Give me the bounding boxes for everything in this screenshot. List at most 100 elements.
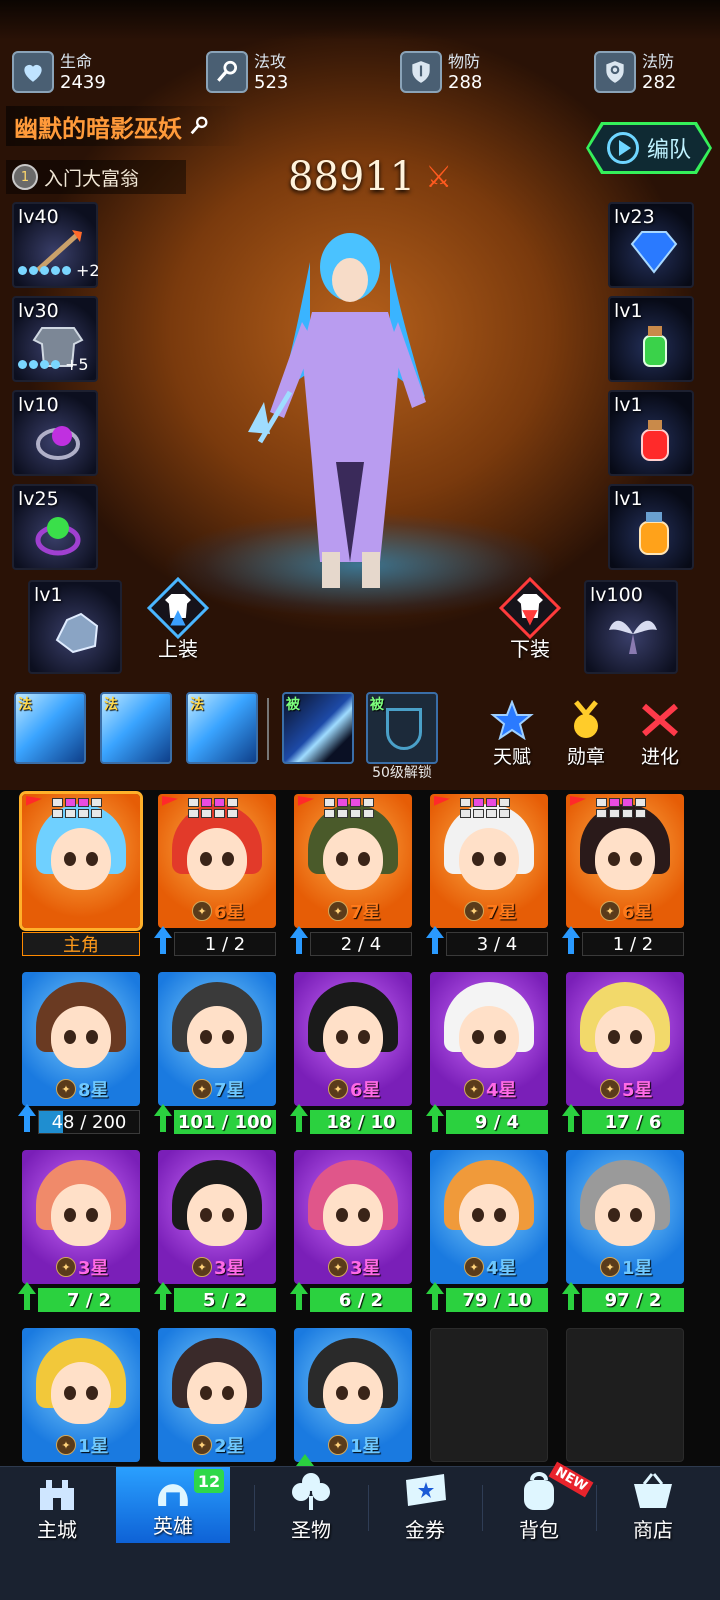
- wand-icon: [206, 51, 248, 93]
- stat-value: 523: [254, 72, 289, 93]
- gem-slots: [596, 798, 646, 818]
- equip-slot-crystal[interactable]: lv1: [28, 580, 122, 674]
- star-rank: ✦ 3星: [192, 1254, 245, 1280]
- hero-face: [595, 1184, 655, 1246]
- stat-label: 生命: [60, 52, 93, 71]
- hero-card[interactable]: ✦ 1星: [22, 1328, 140, 1462]
- arrow-down-icon: ▼: [522, 604, 538, 628]
- star-rank: ✦ 8星: [56, 1076, 109, 1102]
- evolve-button[interactable]: 进化: [628, 700, 692, 770]
- equip-slot-ring-1[interactable]: lv10: [12, 390, 98, 476]
- equip-level: lv1: [34, 584, 63, 606]
- nav-shop[interactable]: 商店: [596, 1467, 710, 1547]
- hero-card[interactable]: ✦ 1星: [294, 1328, 412, 1462]
- skill-3[interactable]: 法: [186, 692, 258, 764]
- passive-skill-locked[interactable]: 被 50级解锁: [366, 692, 438, 781]
- stat-hp: 生命 2439: [12, 48, 106, 96]
- skill-2[interactable]: 法: [100, 692, 172, 764]
- equip-level: lv1: [614, 488, 643, 510]
- hero-card[interactable]: ✦ 2星: [158, 1328, 276, 1462]
- equip-button[interactable]: ▲ 上装: [142, 576, 214, 662]
- hero-card[interactable]: ✦ 6星: [294, 972, 412, 1106]
- hero-title-text: 入门大富翁: [44, 167, 140, 190]
- hero-card[interactable]: ✦ 1星: [566, 1150, 684, 1284]
- shard-progress-bar: 48 / 200: [38, 1110, 140, 1134]
- blue-gem-icon: [630, 231, 678, 274]
- green-potion-icon: [643, 326, 667, 367]
- star-rank-text: 8星: [78, 1080, 109, 1101]
- empty-hero-slot[interactable]: [566, 1328, 684, 1462]
- clover-icon: [292, 1473, 330, 1510]
- hero-card[interactable]: ✦ 5星: [566, 972, 684, 1106]
- stat-value: 2439: [60, 72, 106, 93]
- medal-icon: [574, 700, 598, 738]
- hero-card[interactable]: ✦ 7星: [430, 794, 548, 928]
- hero-card[interactable]: ✦ 7星: [294, 794, 412, 928]
- shard-progress-bar: 1 / 2: [174, 932, 276, 956]
- stat-label: 法攻: [254, 52, 287, 71]
- class-icon: ✦: [192, 1079, 212, 1099]
- purple-ring-icon: [36, 426, 80, 460]
- hero-face: [459, 1006, 519, 1068]
- equip-slot-potion-orange[interactable]: lv1: [608, 484, 694, 570]
- hero-character-model[interactable]: [240, 222, 460, 592]
- equip-slot-potion-red[interactable]: lv1: [608, 390, 694, 476]
- stat-value: 288: [448, 72, 483, 93]
- equip-slot-weapon[interactable]: lv40 +2: [12, 202, 100, 288]
- passive-skill-1[interactable]: 被: [282, 692, 354, 764]
- skill-1[interactable]: 法: [14, 692, 86, 764]
- hero-card[interactable]: ✦ 6星: [566, 794, 684, 928]
- equip-slot-wings[interactable]: lv100: [584, 580, 678, 674]
- equip-slot-potion-green[interactable]: lv1: [608, 296, 694, 382]
- arrow-up-icon: ▲: [170, 604, 186, 628]
- nav-main-city[interactable]: 主城: [0, 1467, 114, 1547]
- star-icon: [490, 700, 534, 740]
- gem-slots: [460, 798, 510, 818]
- empty-hero-slot[interactable]: [430, 1328, 548, 1462]
- equip-slot-ring-2[interactable]: lv25: [12, 484, 98, 570]
- hero-card[interactable]: [19, 791, 143, 931]
- upgrade-arrow-icon: [426, 1104, 444, 1132]
- star-rank: ✦ 5星: [600, 1076, 653, 1102]
- hero-card[interactable]: ✦ 3星: [22, 1150, 140, 1284]
- talent-button[interactable]: 天赋: [480, 700, 544, 770]
- equip-slot-armor[interactable]: lv30 +5: [12, 296, 98, 382]
- star-rank-text: 1星: [622, 1258, 653, 1279]
- equip-slot-gem[interactable]: lv23: [608, 202, 694, 288]
- nav-heroes[interactable]: 英雄 12: [116, 1467, 230, 1543]
- hero-card[interactable]: ✦ 3星: [158, 1150, 276, 1284]
- class-icon: ✦: [464, 901, 484, 921]
- nav-gold-ticket[interactable]: 金券: [368, 1467, 482, 1547]
- wings-icon: [609, 620, 657, 654]
- upgrade-arrow-icon: [154, 1104, 172, 1132]
- upgrade-arrow-icon: [562, 926, 580, 954]
- notification-badge: 12: [194, 1469, 224, 1493]
- hero-card[interactable]: ✦ 7星: [158, 972, 276, 1106]
- nav-relics[interactable]: 圣物: [254, 1467, 368, 1547]
- hero-face: [187, 1362, 247, 1424]
- team-button[interactable]: 编队: [586, 122, 712, 174]
- star-rank-text: 4星: [486, 1080, 517, 1101]
- shield-sword-icon: [400, 51, 442, 93]
- unequip-button[interactable]: ▼ 下装: [494, 576, 566, 662]
- castle-icon: [40, 1480, 74, 1510]
- class-icon: ✦: [328, 1257, 348, 1277]
- upgrade-arrow-icon: [290, 1282, 308, 1310]
- hero-card[interactable]: ✦ 3星: [294, 1150, 412, 1284]
- hero-face: [323, 1362, 383, 1424]
- hero-card[interactable]: ✦ 4星: [430, 1150, 548, 1284]
- hero-face: [51, 1362, 111, 1424]
- medal-button[interactable]: 勋章: [554, 700, 618, 770]
- unlock-requirement: 50级解锁: [372, 765, 432, 781]
- hero-card[interactable]: ✦ 4星: [430, 972, 548, 1106]
- hero-name: 幽默的暗影巫妖: [6, 106, 246, 146]
- star-rank-text: 6星: [214, 902, 245, 923]
- star-rank: ✦ 2星: [192, 1432, 245, 1458]
- stat-label: 法防: [642, 52, 675, 71]
- hero-card[interactable]: ✦ 8星: [22, 972, 140, 1106]
- hero-list: 主角 ✦ 6星 1 / 2 ✦ 7星 2 / 4 ✦ 7星 3 / 4 ✦ 6星 1 / 2 ✦ 8星 48 …: [0, 790, 720, 1482]
- upgrade-arrow-icon: [562, 1282, 580, 1310]
- hero-card[interactable]: ✦ 6星: [158, 794, 276, 928]
- nav-backpack[interactable]: 背包 NEW: [482, 1461, 596, 1547]
- stat-magic-attack: 法攻 523: [206, 48, 288, 96]
